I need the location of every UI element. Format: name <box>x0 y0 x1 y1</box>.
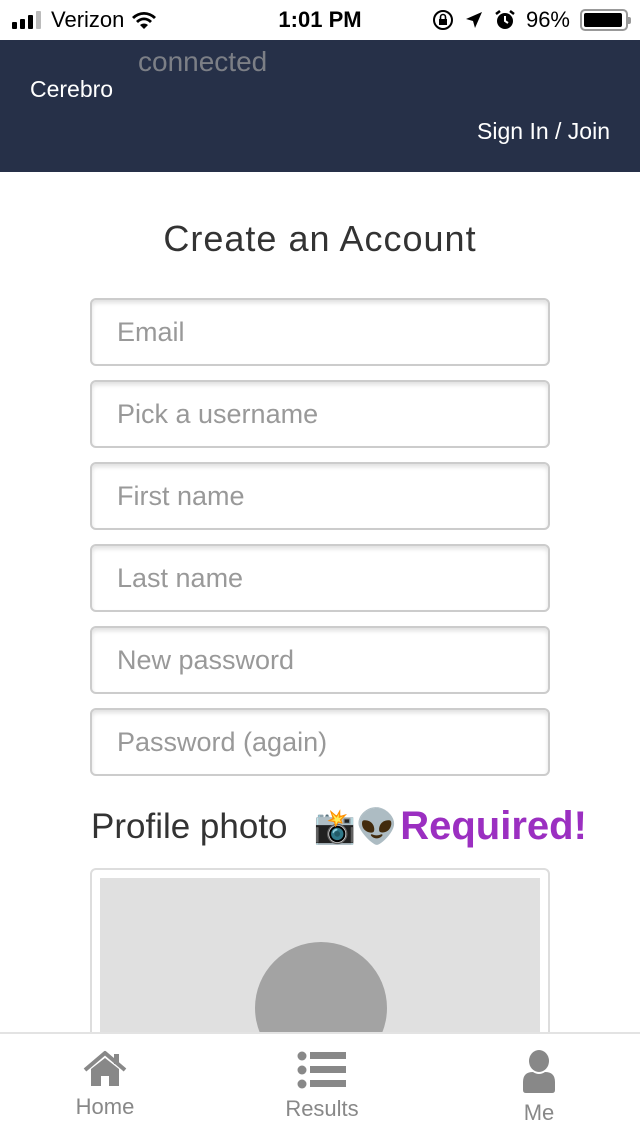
page-title: Create an Account <box>163 218 477 259</box>
tab-results-label: Results <box>285 1096 359 1121</box>
tab-home-label: Home <box>75 1094 135 1119</box>
first-name-field[interactable] <box>90 462 550 530</box>
navbar: connected Cerebro Sign In / Join <box>0 40 640 172</box>
tab-me[interactable]: Me <box>469 1050 609 1126</box>
alarm-icon <box>495 10 515 29</box>
camera-alien-emoji-icon: 📸👽 <box>313 807 399 846</box>
battery-percent: 96% <box>525 7 570 32</box>
battery-icon <box>580 9 631 31</box>
connection-status: connected <box>138 46 268 77</box>
required-indicator: Required! <box>400 804 587 848</box>
password-again-field[interactable] <box>90 708 550 776</box>
orientation-lock-icon <box>432 10 453 30</box>
user-icon <box>523 1050 555 1093</box>
email-field[interactable] <box>90 298 550 366</box>
location-icon <box>465 12 482 28</box>
tab-results[interactable]: Results <box>252 1050 392 1122</box>
battery-fill <box>584 13 623 27</box>
profile-photo-label: Profile photo <box>91 806 288 846</box>
signin-join-link[interactable]: Sign In / Join <box>477 118 610 145</box>
new-password-field[interactable] <box>90 626 550 694</box>
tab-home[interactable]: Home <box>35 1050 175 1120</box>
bottom-tab-bar: Home Results Me <box>0 1032 640 1136</box>
home-icon <box>83 1051 127 1086</box>
username-field[interactable] <box>90 380 550 448</box>
list-icon <box>297 1051 346 1089</box>
status-bar: Verizon 1:01 PM 96% <box>0 0 640 40</box>
tab-me-label: Me <box>523 1100 555 1125</box>
profile-photo-header: Profile photo 📸👽 Required! <box>91 804 587 849</box>
brand-link[interactable]: Cerebro <box>30 76 113 103</box>
last-name-field[interactable] <box>90 544 550 612</box>
